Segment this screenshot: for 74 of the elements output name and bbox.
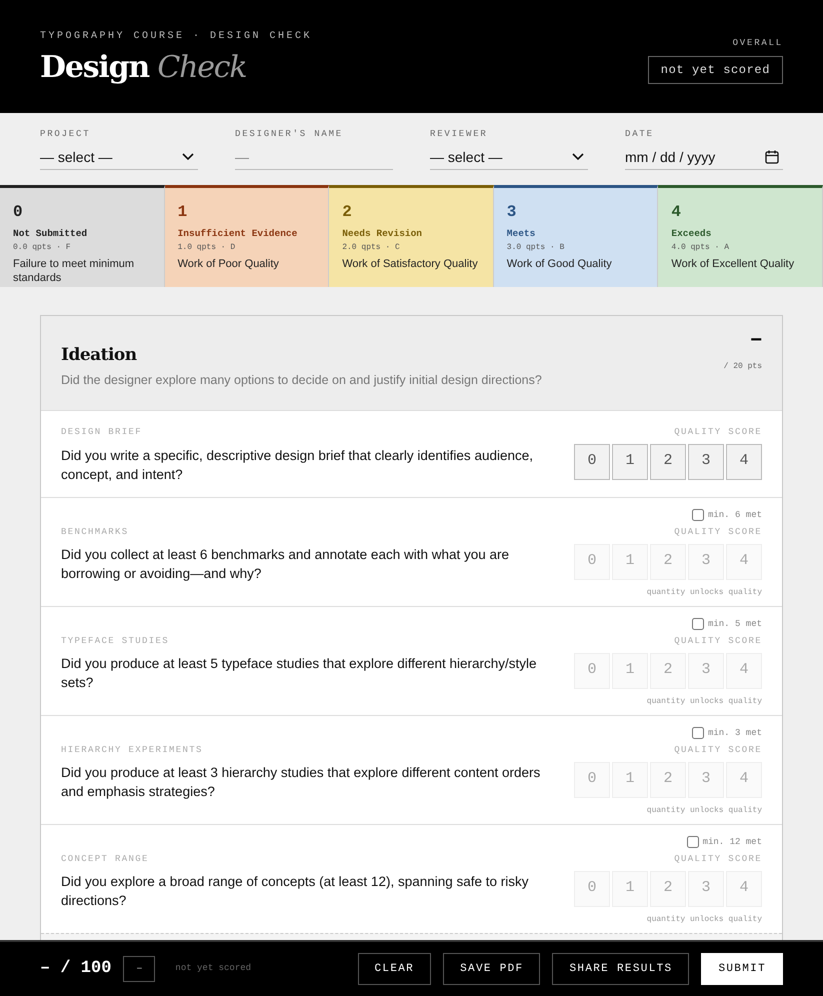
page-title: Design Check <box>40 49 248 87</box>
level-description: Work of Poor Quality <box>178 257 280 272</box>
level-score: 3 <box>506 202 518 223</box>
hint-text: quantity unlocks quality <box>646 586 762 598</box>
question-text: Did you collect at least 6 benchmarks and annotate each with what you are borrowing or avoiding—and why? <box>61 546 510 583</box>
level-description: Work of Satisfactory Quality <box>342 257 479 272</box>
level-description: Failure to meet minimum standards <box>13 257 136 286</box>
level-name: Exceeds <box>671 227 712 241</box>
overall-label: OVERALL <box>732 37 783 50</box>
footer-button[interactable]: SUBMIT <box>701 953 783 985</box>
level-name: Needs Revision <box>342 227 424 241</box>
question-label: HIERARCHY EXPERIMENTS <box>61 744 204 756</box>
footer-button[interactable]: SAVE PDF <box>443 953 540 985</box>
eyebrow-text: TYPOGRAPHY COURSE · DESIGN CHECK <box>40 30 312 44</box>
select-field[interactable]: — select — <box>40 146 198 170</box>
field-label: REVIEWER <box>430 128 489 141</box>
level-name: Insufficient Evidence <box>178 227 298 241</box>
chevron-down-icon <box>182 153 194 161</box>
score-label: QUALITY SCORE <box>674 426 762 439</box>
hint-text: quantity unlocks quality <box>646 804 762 816</box>
level-name: Not Submitted <box>13 227 88 241</box>
level-score: 0 <box>13 202 24 223</box>
select-field[interactable]: — select — <box>430 146 588 170</box>
question-label: DESIGN BRIEF <box>61 426 144 439</box>
question-label: TYPEFACE STUDIES <box>61 634 170 648</box>
level-description: Work of Excellent Quality <box>671 257 796 272</box>
score-label: QUALITY SCORE <box>674 744 762 757</box>
checkbox-label: min. 5 met <box>708 618 762 630</box>
question-text: Did you explore a broad range of concepts (at least 12), spanning safe to risky directions? <box>61 873 530 910</box>
question-label: CONCEPT RANGE <box>61 852 150 866</box>
score-button[interactable]: 4 <box>726 444 762 480</box>
chevron-down-icon <box>572 153 584 161</box>
score-button[interactable]: 3 <box>688 444 724 480</box>
checkbox-label: min. 3 met <box>708 726 762 740</box>
section-points: / 20 pts <box>724 361 762 373</box>
question-label: BENCHMARKS <box>61 526 130 538</box>
question-text: Did you produce at least 5 typeface studies that explore different hierarchy/style sets? <box>61 655 538 692</box>
date-field[interactable]: mm / dd / yyyy <box>625 146 783 170</box>
level-meta: 3.0 qpts · B <box>506 242 566 254</box>
level-meta: 0.0 qpts · F <box>13 242 72 254</box>
checkbox-label: min. 6 met <box>708 508 762 522</box>
calendar-icon <box>765 150 779 164</box>
score-label: QUALITY SCORE <box>674 635 762 648</box>
overall-score: not yet scored <box>648 56 783 84</box>
field-label: PROJECT <box>40 128 92 141</box>
section-description: Did the designer explore many options to decide on and justify initial design directions? <box>61 372 542 389</box>
section-title: Ideation <box>61 344 138 367</box>
score-button[interactable]: 1 <box>612 444 648 480</box>
level-description: Work of Good Quality <box>506 257 613 272</box>
level-name: Meets <box>506 227 536 241</box>
level-meta: 1.0 qpts · D <box>178 242 236 254</box>
level-score: 2 <box>342 202 353 223</box>
total-score: – / 100 <box>40 958 112 980</box>
question-text: Did you produce at least 3 hierarchy studies that explore different content orders and emphasis strategies? <box>61 764 542 801</box>
hint-text: quantity unlocks quality <box>646 914 762 926</box>
level-meta: 4.0 qpts · A <box>671 242 730 254</box>
field-label: DESIGNER'S NAME <box>235 128 344 141</box>
score-status: not yet scored <box>175 962 252 976</box>
footer-button[interactable]: CLEAR <box>358 953 432 985</box>
field-label: DATE <box>625 128 655 141</box>
score-button[interactable]: 0 <box>574 444 610 480</box>
footer-button[interactable]: SHARE RESULTS <box>552 953 690 985</box>
question-text: Did you write a specific, descriptive design brief that clearly identifies audience, concept, and intent? <box>61 446 534 484</box>
hint-text: quantity unlocks quality <box>646 696 762 708</box>
level-meta: 2.0 qpts · C <box>342 242 401 254</box>
checkbox-label: min. 12 met <box>702 836 762 848</box>
score-label: QUALITY SCORE <box>674 853 762 866</box>
level-score: 4 <box>671 202 682 223</box>
level-score: 1 <box>178 202 188 223</box>
grade-badge: – <box>123 956 156 982</box>
input-field[interactable]: — <box>235 146 393 168</box>
score-button[interactable]: 2 <box>650 444 686 480</box>
score-label: QUALITY SCORE <box>674 526 762 539</box>
collapse-button[interactable]: − <box>750 333 762 347</box>
